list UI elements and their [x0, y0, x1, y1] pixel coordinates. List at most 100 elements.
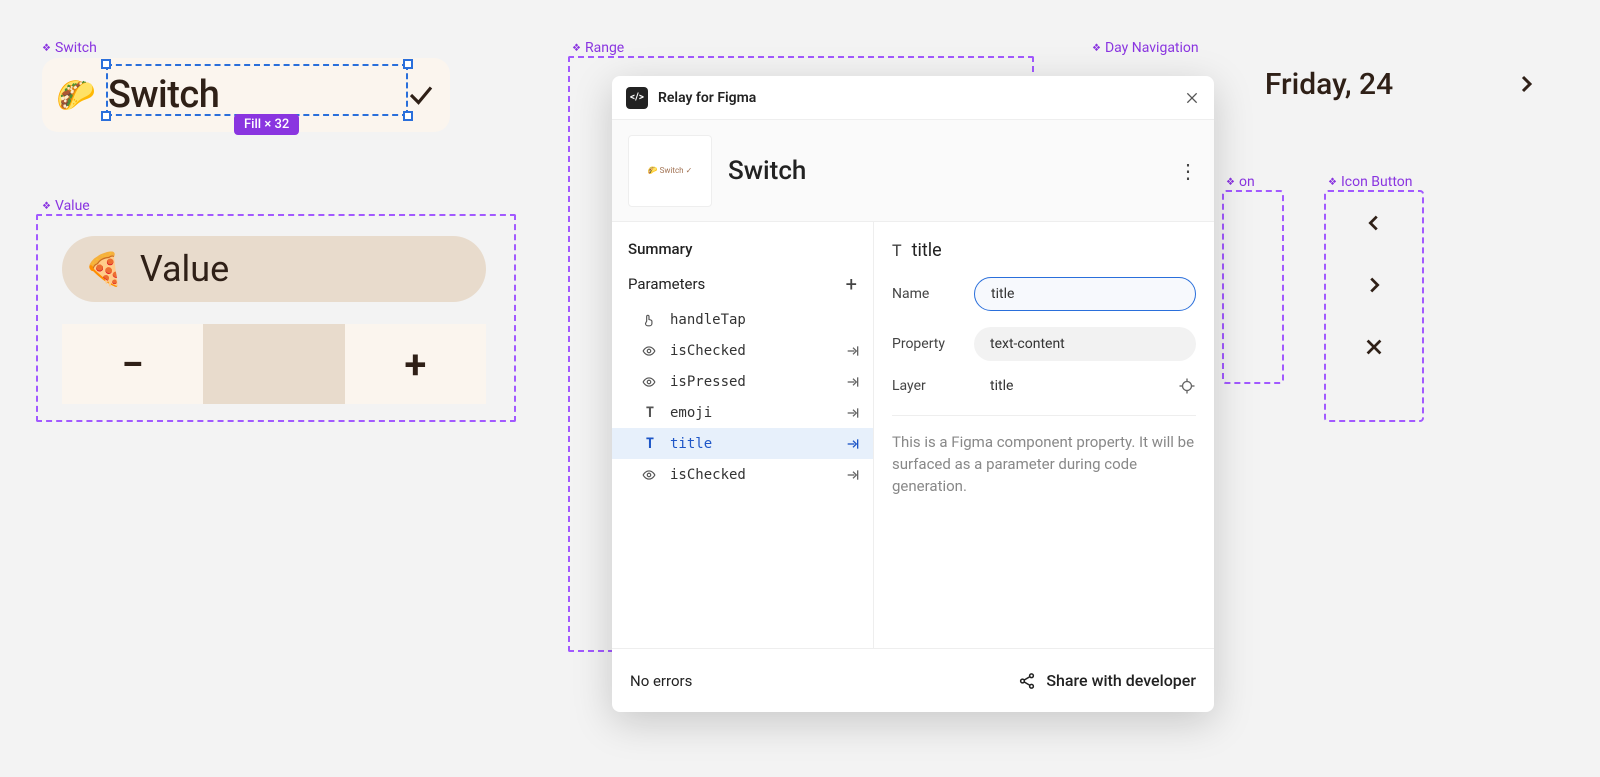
- parameter-name: isPressed: [670, 374, 746, 390]
- detail-divider: [892, 415, 1196, 416]
- eye-icon: [642, 468, 658, 482]
- parameter-row[interactable]: isChecked: [612, 335, 873, 366]
- relay-footer: No errors Share with developer: [612, 648, 1214, 712]
- component-thumbnail: 🌮 Switch ✓: [628, 135, 712, 207]
- parameter-row[interactable]: isPressed: [612, 366, 873, 397]
- plus-button[interactable]: +: [345, 324, 486, 404]
- switch-emoji: 🌮: [56, 76, 96, 114]
- value-pill[interactable]: 🍕 Value: [62, 236, 486, 302]
- layer-field-row: Layer title: [892, 377, 1196, 395]
- arrow-out-icon: [845, 374, 861, 390]
- selection-handle[interactable]: [101, 111, 111, 121]
- relay-body: Summary Parameters + handleTap isChecked i…: [612, 222, 1214, 648]
- relay-panel: </> Relay for Figma 🌮 Switch ✓ Switch ⋮ …: [612, 76, 1214, 712]
- close-icon[interactable]: [1184, 90, 1200, 106]
- component-label-daynav[interactable]: ❖ Day Navigation: [1092, 40, 1199, 56]
- property-field-row: Property text-content: [892, 327, 1196, 361]
- parameter-name: handleTap: [670, 312, 746, 328]
- parameter-name: isChecked: [670, 343, 746, 359]
- relay-component-header: 🌮 Switch ✓ Switch ⋮: [612, 120, 1214, 222]
- component-bullet-icon: ❖: [1328, 177, 1337, 188]
- property-select[interactable]: text-content: [974, 327, 1196, 361]
- name-value: title: [991, 286, 1014, 302]
- text-icon: T: [642, 405, 658, 421]
- selection-handle[interactable]: [403, 59, 413, 69]
- parameter-name: title: [670, 436, 712, 452]
- component-label-switch[interactable]: ❖ Switch: [42, 40, 97, 56]
- iconbtn-stack: [1326, 192, 1422, 378]
- value-text: Value: [140, 248, 229, 290]
- status-text: No errors: [630, 672, 692, 690]
- component-label-text: Value: [55, 198, 90, 214]
- name-label: Name: [892, 286, 962, 302]
- component-bullet-icon: ❖: [1092, 43, 1101, 54]
- detail-heading-text: title: [912, 240, 942, 261]
- parameter-row[interactable]: isChecked: [612, 459, 873, 490]
- parameters-header: Parameters +: [612, 272, 873, 304]
- parameters-label: Parameters: [628, 275, 705, 293]
- selection-handle[interactable]: [101, 59, 111, 69]
- plus-label: +: [404, 341, 426, 388]
- arrow-out-icon: [845, 436, 861, 452]
- tap-icon: [642, 313, 658, 327]
- component-name: Switch: [728, 156, 806, 186]
- stepper-display: [203, 324, 344, 404]
- minus-button[interactable]: −: [62, 324, 203, 404]
- share-button[interactable]: Share with developer: [1018, 671, 1196, 690]
- component-label-iconbtn-b[interactable]: ❖ Icon Button: [1328, 174, 1412, 190]
- arrow-out-icon: [845, 343, 861, 359]
- component-label-text: Icon Button: [1341, 174, 1413, 190]
- layer-value: title: [974, 378, 1013, 394]
- component-bullet-icon: ❖: [42, 201, 51, 212]
- arrow-out-icon: [845, 405, 861, 421]
- relay-header: </> Relay for Figma: [612, 76, 1214, 120]
- component-label-iconbtn-a[interactable]: ❖ on: [1226, 174, 1255, 190]
- relay-left-pane: Summary Parameters + handleTap isChecked i…: [612, 222, 874, 648]
- component-bullet-icon: ❖: [42, 43, 51, 54]
- target-icon[interactable]: [1178, 377, 1196, 395]
- property-value: text-content: [990, 336, 1065, 352]
- size-badge: Fill × 32: [234, 114, 299, 135]
- parameter-list: handleTapisCheckedisPressedTemojiTtitlei…: [612, 304, 873, 490]
- detail-description: This is a Figma component property. It w…: [892, 432, 1196, 497]
- parameter-row[interactable]: Ttitle: [612, 428, 873, 459]
- share-label: Share with developer: [1046, 671, 1196, 690]
- component-bullet-icon: ❖: [572, 43, 581, 54]
- component-label-value[interactable]: ❖ Value: [42, 198, 90, 214]
- name-field-row: Name title: [892, 277, 1196, 311]
- kebab-menu-icon[interactable]: ⋮: [1178, 159, 1198, 183]
- relay-header-title: Relay for Figma: [658, 90, 756, 106]
- text-icon: T: [892, 241, 902, 260]
- property-label: Property: [892, 336, 962, 352]
- eye-icon: [642, 344, 658, 358]
- chevron-right-icon[interactable]: [1363, 274, 1385, 296]
- switch-title: Switch: [108, 73, 220, 117]
- name-input[interactable]: title: [974, 277, 1196, 311]
- detail-heading: T title: [892, 240, 1196, 261]
- relay-logo-icon: </>: [626, 87, 648, 109]
- layer-label: Layer: [892, 378, 962, 394]
- eye-icon: [642, 375, 658, 389]
- relay-right-pane: T title Name title Property text-content…: [874, 222, 1214, 648]
- component-label-text: on: [1239, 174, 1255, 190]
- parameter-row[interactable]: handleTap: [612, 304, 873, 335]
- selection-handle[interactable]: [403, 111, 413, 121]
- iconbtn-frame-b[interactable]: [1324, 190, 1424, 422]
- share-icon: [1018, 672, 1036, 690]
- component-bullet-icon: ❖: [1226, 177, 1235, 188]
- add-parameter-icon[interactable]: +: [846, 272, 857, 296]
- arrow-out-icon: [845, 467, 861, 483]
- component-label-text: Day Navigation: [1105, 40, 1199, 56]
- day-nav-date: Friday, 24: [1265, 67, 1393, 102]
- close-icon[interactable]: [1363, 336, 1385, 358]
- thumb-text: 🌮 Switch ✓: [648, 166, 693, 175]
- iconbtn-frame-a[interactable]: [1222, 190, 1284, 384]
- chevron-right-icon[interactable]: [1514, 72, 1538, 96]
- parameter-name: emoji: [670, 405, 712, 421]
- summary-label[interactable]: Summary: [612, 240, 873, 272]
- text-icon: T: [642, 436, 658, 452]
- component-label-text: Range: [585, 40, 624, 56]
- chevron-left-icon[interactable]: [1363, 212, 1385, 234]
- component-label-range[interactable]: ❖ Range: [572, 40, 624, 56]
- parameter-row[interactable]: Temoji: [612, 397, 873, 428]
